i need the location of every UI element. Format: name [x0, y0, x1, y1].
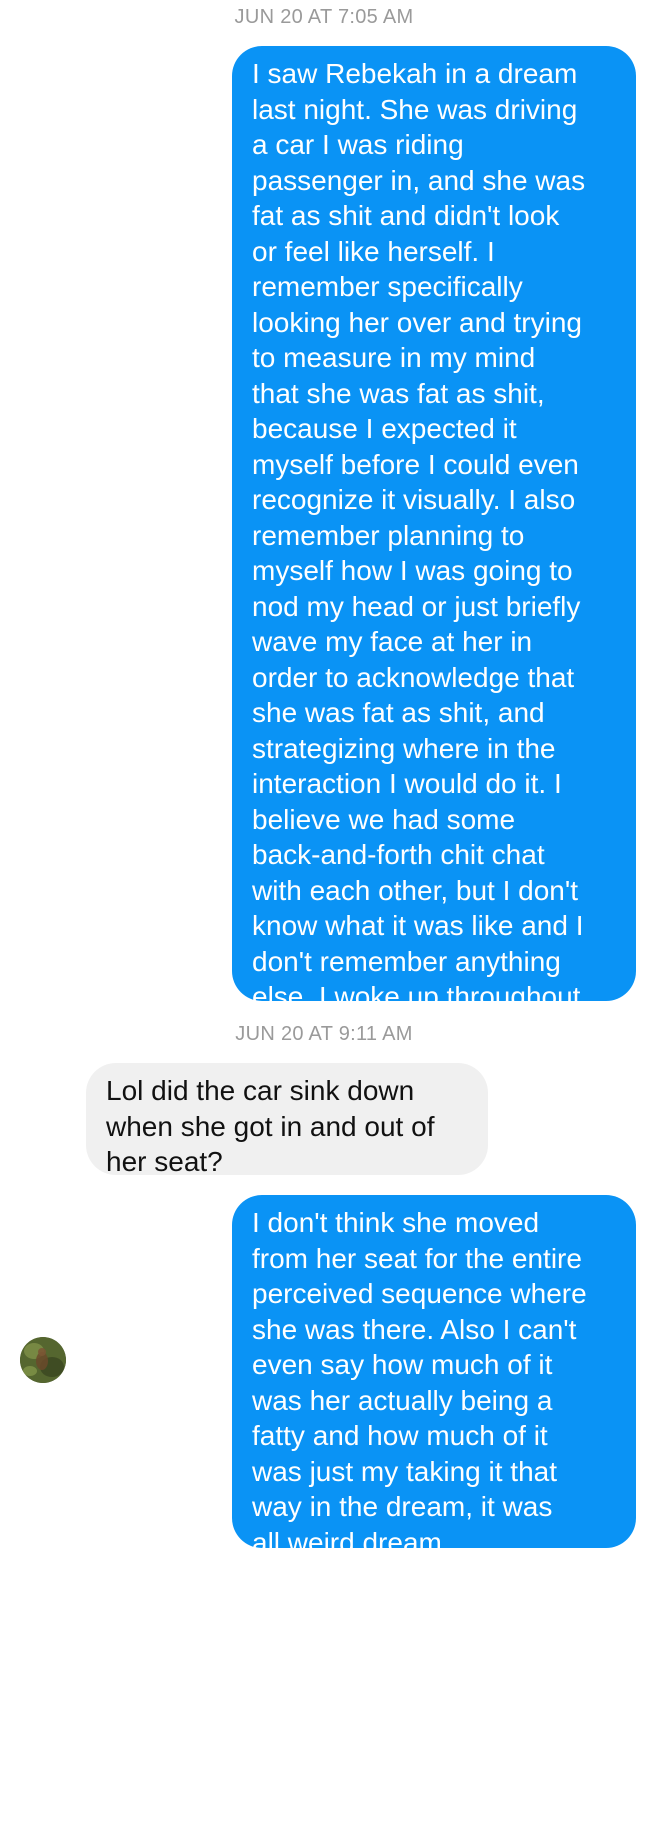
message-line: myself before I could even: [252, 448, 579, 480]
outgoing-message[interactable]: I saw Rebekah in a dream last night. She…: [232, 46, 636, 1154]
message-line: perceived sequence where: [252, 1278, 587, 1309]
message-line: recognize it visually. I also: [252, 484, 576, 515]
message-line: all weird dream: [252, 1526, 442, 1558]
message-line: remember specifically: [252, 271, 523, 302]
message-line: she was fat as shit, and: [252, 697, 545, 728]
message-line: way in the dream, it was: [252, 1491, 553, 1522]
message-line: passenger in, and she was: [252, 164, 586, 196]
message-line: back-and-forth chit chat: [252, 839, 545, 870]
message-line: Lol did the car sink down: [106, 1075, 415, 1106]
message-line: don't remember anything: [252, 945, 561, 977]
message-line: even say how much of it: [252, 1349, 553, 1380]
message-line: nod my head or just briefly: [252, 590, 581, 622]
message-line: because I expected it: [252, 413, 517, 444]
timestamp: JUN 20 AT 9:11 AM: [235, 1023, 413, 1045]
message-line: I saw Rebekah in a dream: [252, 58, 578, 89]
message-line: her seat?: [106, 1146, 223, 1177]
message-line: remember planning to: [252, 519, 525, 551]
message-line: that she was fat as shit,: [252, 377, 545, 409]
message-line: from her seat for the entire: [252, 1242, 582, 1274]
timestamp: JUN 20 AT 7:05 AM: [234, 6, 414, 28]
message-line: was just my taking it that: [252, 1455, 558, 1487]
message-line: know what it was like and I: [252, 910, 584, 941]
message-line: believe we had some: [252, 803, 516, 835]
message-line: myself how I was going to: [252, 555, 573, 586]
message-line: strategizing where in the: [252, 732, 556, 764]
message-line: wave my face at her in: [252, 626, 533, 657]
message-line: looking her over and trying: [252, 306, 582, 338]
message-line: was her actually being a: [252, 1384, 553, 1416]
message-line: perceptions: [252, 1562, 397, 1593]
message-line: or feel like herself. I: [252, 235, 495, 267]
message-line: fatty and how much of it: [252, 1420, 548, 1451]
profile-photo-avatar-icon: [20, 1337, 66, 1383]
message-line: I don't think she moved: [252, 1207, 540, 1238]
message-line: a car I was riding: [252, 129, 464, 160]
message-line: last night. She was driving: [252, 93, 578, 125]
message-line: fat as shit and didn't look: [252, 200, 560, 231]
contact-avatar[interactable]: [20, 1337, 66, 1383]
message-line: with each other, but I don't: [252, 874, 579, 906]
message-line: she was there. Also I can't: [252, 1313, 577, 1345]
message-line: order to acknowledge that: [252, 661, 575, 693]
message-line: to measure in my mind: [252, 342, 536, 373]
message-line: when she got in and out of: [106, 1110, 435, 1142]
message-line: else. I woke up throughout: [252, 981, 581, 1012]
outgoing-message[interactable]: I don't think she moved from her seat fo…: [232, 1195, 636, 1593]
incoming-message[interactable]: Lol did the car sink down when she got i…: [86, 1063, 488, 1177]
message-line: interaction I would do it. I: [252, 768, 562, 799]
